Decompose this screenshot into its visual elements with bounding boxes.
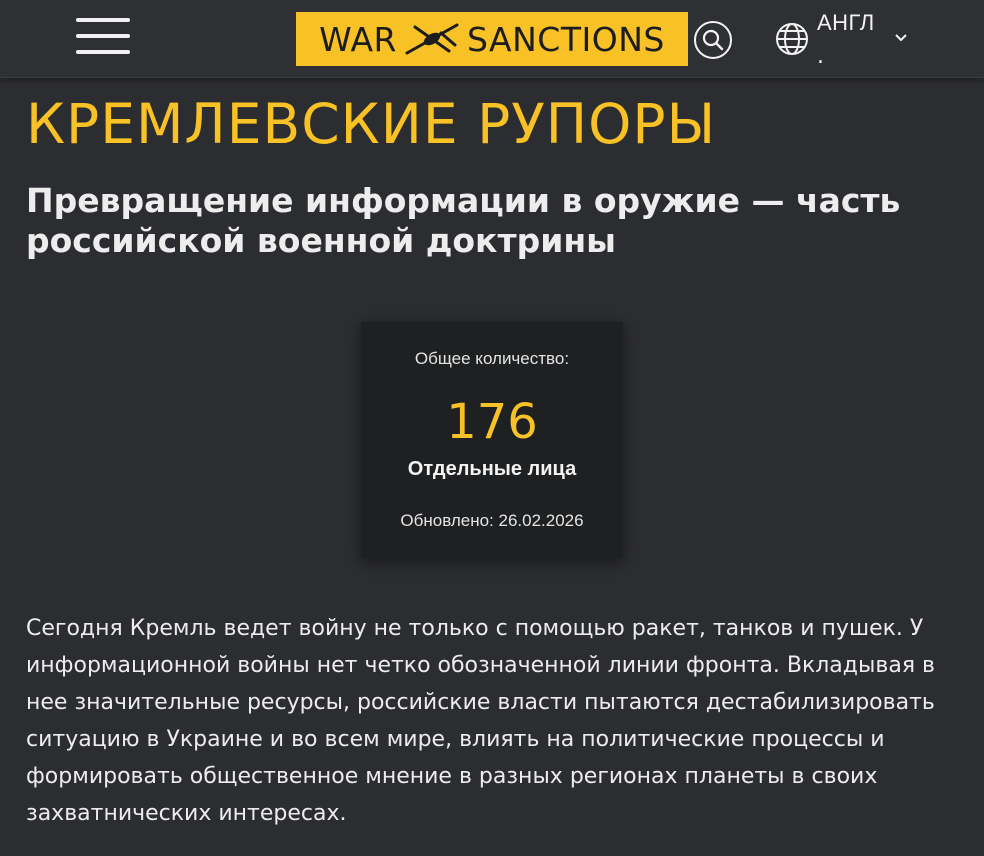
menu-line (76, 18, 130, 22)
stat-value: 176 (446, 394, 538, 450)
logo-text-right: SANCTIONS (466, 19, 665, 59)
war-sanctions-logo[interactable]: WAR SANCTIONS (296, 12, 688, 66)
language-label-suffix: . (817, 44, 824, 69)
menu-line (76, 34, 130, 38)
logo-text-left: WAR (319, 19, 397, 59)
hamburger-menu-icon[interactable] (74, 14, 132, 60)
language-selector[interactable]: АНГЛ . (775, 8, 915, 69)
stat-updated-date: Обновлено: 26.02.2026 (400, 511, 584, 530)
language-label: АНГЛ (817, 10, 875, 35)
intro-paragraph: Сегодня Кремль ведет войну не только с п… (26, 616, 936, 826)
chevron-down-icon (895, 34, 907, 42)
stat-unit: Отдельные лица (407, 458, 577, 480)
search-icon[interactable] (693, 20, 733, 60)
page-subtitle: Превращение информации в оружие — часть … (26, 181, 901, 260)
drone-icon (405, 23, 459, 55)
globe-icon (776, 23, 808, 55)
menu-line (76, 50, 130, 54)
page-title: КРЕМЛЕВСКИЕ РУПОРЫ (26, 92, 717, 156)
site-header: WAR SANCTIONS АНГЛ . (0, 0, 984, 78)
total-count-card: Общее количество: 176 Отдельные лица Обн… (361, 322, 623, 558)
stat-caption: Общее количество: (414, 349, 570, 368)
